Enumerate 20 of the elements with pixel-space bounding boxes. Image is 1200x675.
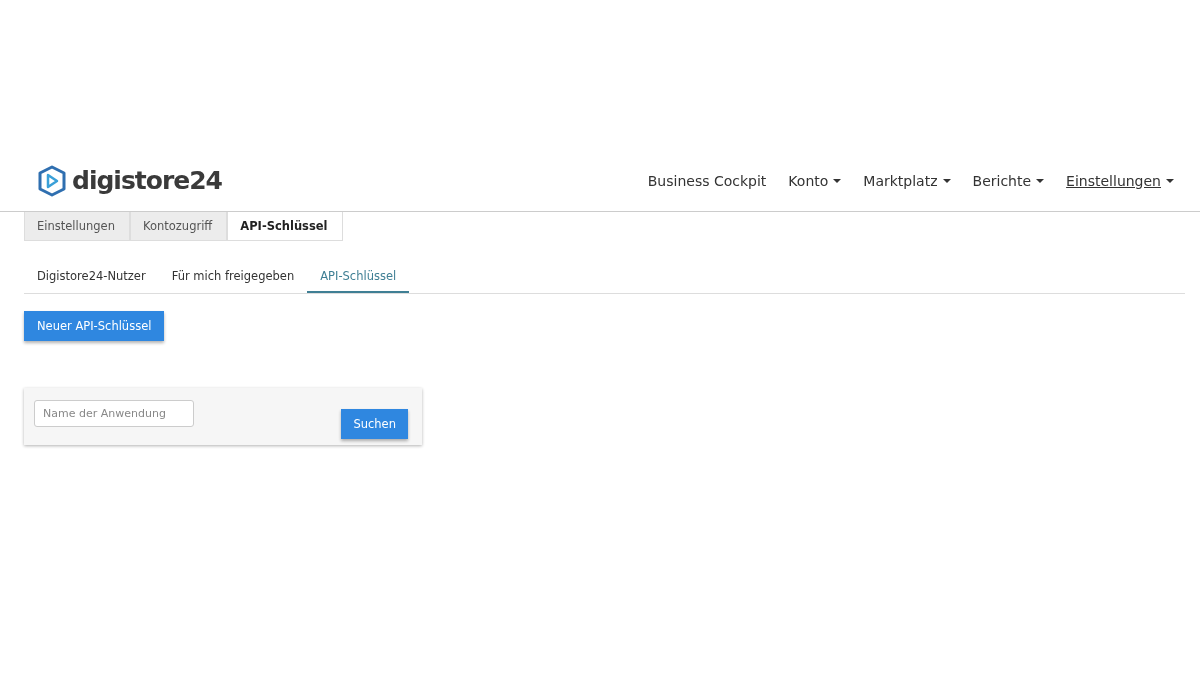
tab[interactable]: Digistore24-Nutzer <box>24 261 159 293</box>
search-button[interactable]: Suchen <box>341 409 408 439</box>
search-field[interactable]: Name der Anwendung <box>34 400 194 427</box>
tab[interactable]: API-Schlüssel <box>307 261 410 293</box>
breadcrumb-item[interactable]: Kontozugriff <box>129 212 228 241</box>
nav-link[interactable]: Einstellungen <box>1066 172 1174 189</box>
nav-link[interactable]: Business Cockpit <box>647 172 767 189</box>
breadcrumb-item[interactable]: Einstellungen <box>24 212 130 241</box>
caret-icon <box>942 178 951 183</box>
nav-link[interactable]: Marktplatz <box>863 172 951 189</box>
nav-link[interactable]: Konto <box>788 172 842 189</box>
caret-icon <box>833 178 842 183</box>
logo-text: digistore24 <box>72 166 222 195</box>
caret-icon <box>1166 178 1174 183</box>
breadcrumb-item[interactable]: API-Schlüssel <box>227 212 343 241</box>
new-api-key-button[interactable]: Neuer API-Schlüssel <box>24 311 165 341</box>
nav-link[interactable]: Berichte <box>972 172 1045 189</box>
logo-icon <box>36 164 68 197</box>
caret-icon <box>1036 178 1045 183</box>
tab[interactable]: Für mich freigegeben <box>158 261 308 293</box>
